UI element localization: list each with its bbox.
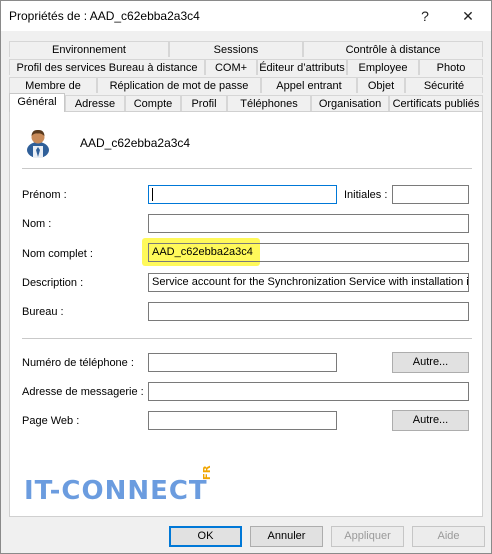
- tab-organisation[interactable]: Organisation: [311, 95, 389, 111]
- web-label: Page Web :: [22, 415, 80, 427]
- ok-button[interactable]: OK: [169, 526, 242, 547]
- description-input[interactable]: Service account for the Synchronization …: [148, 273, 469, 292]
- telephone-input[interactable]: [148, 353, 337, 372]
- account-display-name: AAD_c62ebba2a3c4: [80, 136, 191, 150]
- prenom-input[interactable]: [148, 185, 337, 204]
- initiales-label: Initiales :: [344, 189, 388, 201]
- web-autre-button[interactable]: Autre...: [392, 410, 469, 431]
- tab-replication-mot-de-passe[interactable]: Réplication de mot de passe: [97, 77, 261, 93]
- nom-input[interactable]: [148, 214, 469, 233]
- tab-profil[interactable]: Profil: [181, 95, 227, 111]
- user-icon: [25, 128, 51, 158]
- title-bar: Propriétés de : AAD_c62ebba2a3c4 ? ✕: [1, 1, 491, 31]
- bureau-label: Bureau :: [22, 306, 64, 318]
- telephone-autre-button[interactable]: Autre...: [392, 352, 469, 373]
- separator-middle: [22, 338, 472, 339]
- tab-securite[interactable]: Sécurité: [405, 77, 483, 93]
- tab-appel-entrant[interactable]: Appel entrant: [261, 77, 357, 93]
- close-icon[interactable]: ✕: [456, 5, 480, 27]
- nom-complet-label: Nom complet :: [22, 248, 93, 260]
- nom-label: Nom :: [22, 218, 52, 230]
- logo-suffix: FR: [202, 465, 213, 480]
- tab-profil-bureau-distance[interactable]: Profil des services Bureau à distance: [9, 59, 205, 75]
- help-icon[interactable]: ?: [413, 5, 437, 27]
- email-input[interactable]: [148, 382, 469, 401]
- nom-complet-input[interactable]: AAD_c62ebba2a3c4: [148, 243, 469, 262]
- logo-text: IT-CONNECT: [24, 476, 208, 506]
- telephone-label: Numéro de téléphone :: [22, 357, 134, 369]
- tab-editeur-attributs[interactable]: Éditeur d’attributs: [257, 59, 347, 75]
- tab-compte[interactable]: Compte: [125, 95, 181, 111]
- separator-top: [22, 168, 472, 169]
- tab-objet[interactable]: Objet: [357, 77, 405, 93]
- tab-adresse[interactable]: Adresse: [65, 95, 125, 111]
- bureau-input[interactable]: [148, 302, 469, 321]
- tab-com-plus[interactable]: COM+: [205, 59, 257, 75]
- tab-photo[interactable]: Photo: [419, 59, 483, 75]
- email-label: Adresse de messagerie :: [22, 386, 144, 398]
- cancel-button[interactable]: Annuler: [250, 526, 323, 547]
- tab-telephones[interactable]: Téléphones: [227, 95, 311, 111]
- general-panel: AAD_c62ebba2a3c4 Prénom : Initiales : No…: [9, 111, 483, 517]
- description-label: Description :: [22, 277, 84, 289]
- tab-certificats-publies[interactable]: Certificats publiés: [389, 95, 483, 111]
- tab-sessions[interactable]: Sessions: [169, 41, 303, 57]
- tab-controle-distance[interactable]: Contrôle à distance: [303, 41, 483, 57]
- tab-membre-de[interactable]: Membre de: [9, 77, 97, 93]
- text-caret: [152, 188, 153, 201]
- it-connect-logo: IT-CONNECT FR: [24, 465, 213, 510]
- prenom-label: Prénom :: [22, 189, 67, 201]
- tab-employee[interactable]: Employee: [347, 59, 419, 75]
- tab-general[interactable]: Général: [9, 93, 65, 112]
- tab-environnement[interactable]: Environnement: [9, 41, 169, 57]
- help-button[interactable]: Aide: [412, 526, 485, 547]
- properties-dialog: Propriétés de : AAD_c62ebba2a3c4 ? ✕ Env…: [0, 0, 492, 554]
- web-input[interactable]: [148, 411, 337, 430]
- apply-button[interactable]: Appliquer: [331, 526, 404, 547]
- window-title: Propriétés de : AAD_c62ebba2a3c4: [9, 9, 200, 23]
- initiales-input[interactable]: [392, 185, 469, 204]
